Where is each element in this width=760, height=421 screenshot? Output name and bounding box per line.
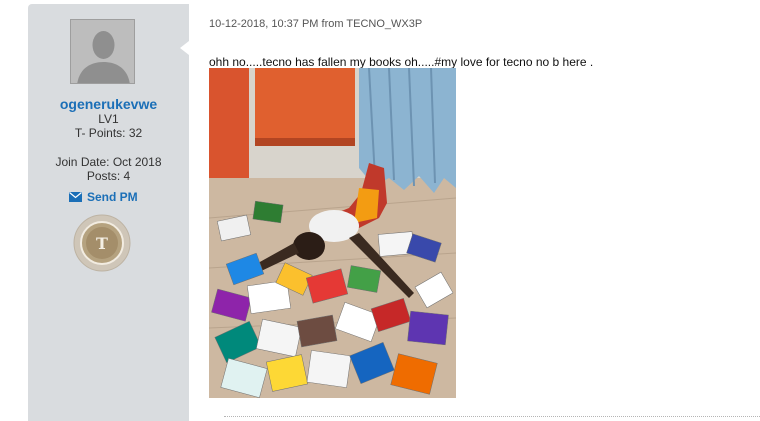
user-points: T- Points: 32 — [74, 126, 143, 140]
post-divider — [224, 416, 760, 417]
user-sidebar: ogenerukevwe LV1 T- Points: 32 Join Date… — [28, 4, 189, 421]
send-pm-label: Send PM — [87, 190, 138, 204]
badge-letter: T — [96, 234, 108, 253]
mail-icon — [69, 192, 82, 202]
post-photo — [209, 68, 456, 398]
username-link[interactable]: ogenerukevwe — [28, 96, 189, 112]
rank-badge: T — [73, 214, 131, 272]
rank-badge-icon: T — [73, 214, 131, 272]
send-pm-button[interactable]: Send PM — [69, 190, 138, 204]
post-text: ohh no.....tecno has fallen my books oh.… — [209, 55, 594, 69]
default-user-icon — [71, 20, 134, 83]
post-timestamp: 10-12-2018, 10:37 PM from — [209, 18, 347, 30]
post-count: Posts: 4 — [86, 169, 131, 183]
post-meta: 10-12-2018, 10:37 PM from TECNO_WX3P — [209, 18, 422, 30]
post-image[interactable] — [209, 68, 456, 398]
avatar[interactable] — [70, 19, 135, 84]
user-level: LV1 — [98, 112, 119, 126]
post-pointer — [180, 41, 189, 55]
post-device: TECNO_WX3P — [346, 18, 423, 30]
join-date: Join Date: Oct 2018 — [55, 155, 162, 169]
post-body: 10-12-2018, 10:37 PM from TECNO_WX3P ohh… — [180, 4, 760, 421]
